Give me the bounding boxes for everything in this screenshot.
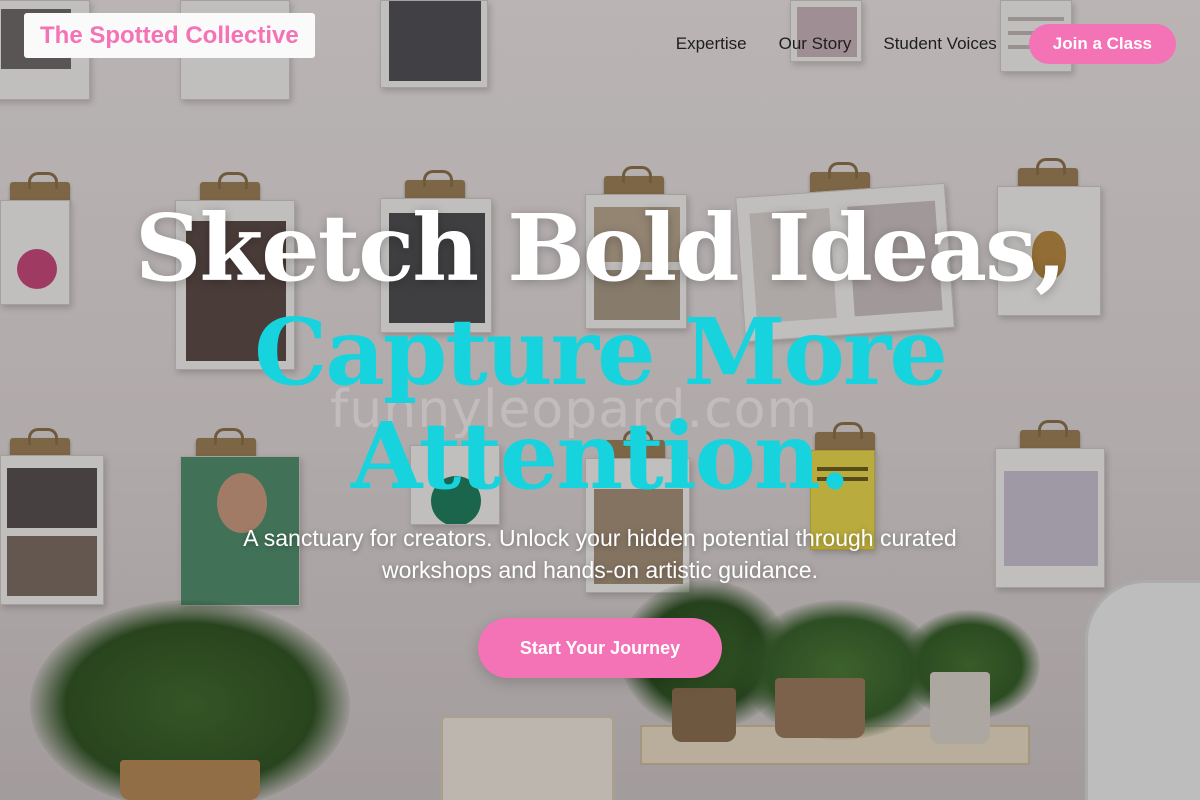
hero-subtitle: A sanctuary for creators. Unlock your hi… xyxy=(243,525,957,583)
brand-logo[interactable]: The Spotted Collective xyxy=(24,13,315,58)
nav-link-expertise[interactable]: Expertise xyxy=(660,34,763,54)
hero-section: Sketch Bold Ideas, Capture More Attentio… xyxy=(0,196,1200,586)
start-journey-button[interactable]: Start Your Journey xyxy=(478,618,722,678)
main-nav: Expertise Our Story Student Voices Join … xyxy=(660,24,1176,64)
hero-headline-line2: Capture More xyxy=(254,298,948,406)
nav-link-student-voices[interactable]: Student Voices xyxy=(867,34,1012,54)
join-class-button[interactable]: Join a Class xyxy=(1028,24,1176,64)
nav-link-our-story[interactable]: Our Story xyxy=(763,34,868,54)
hero-headline-line1: Sketch Bold Ideas, xyxy=(135,194,1067,302)
hero-headline-line3: Attention. xyxy=(351,402,851,510)
